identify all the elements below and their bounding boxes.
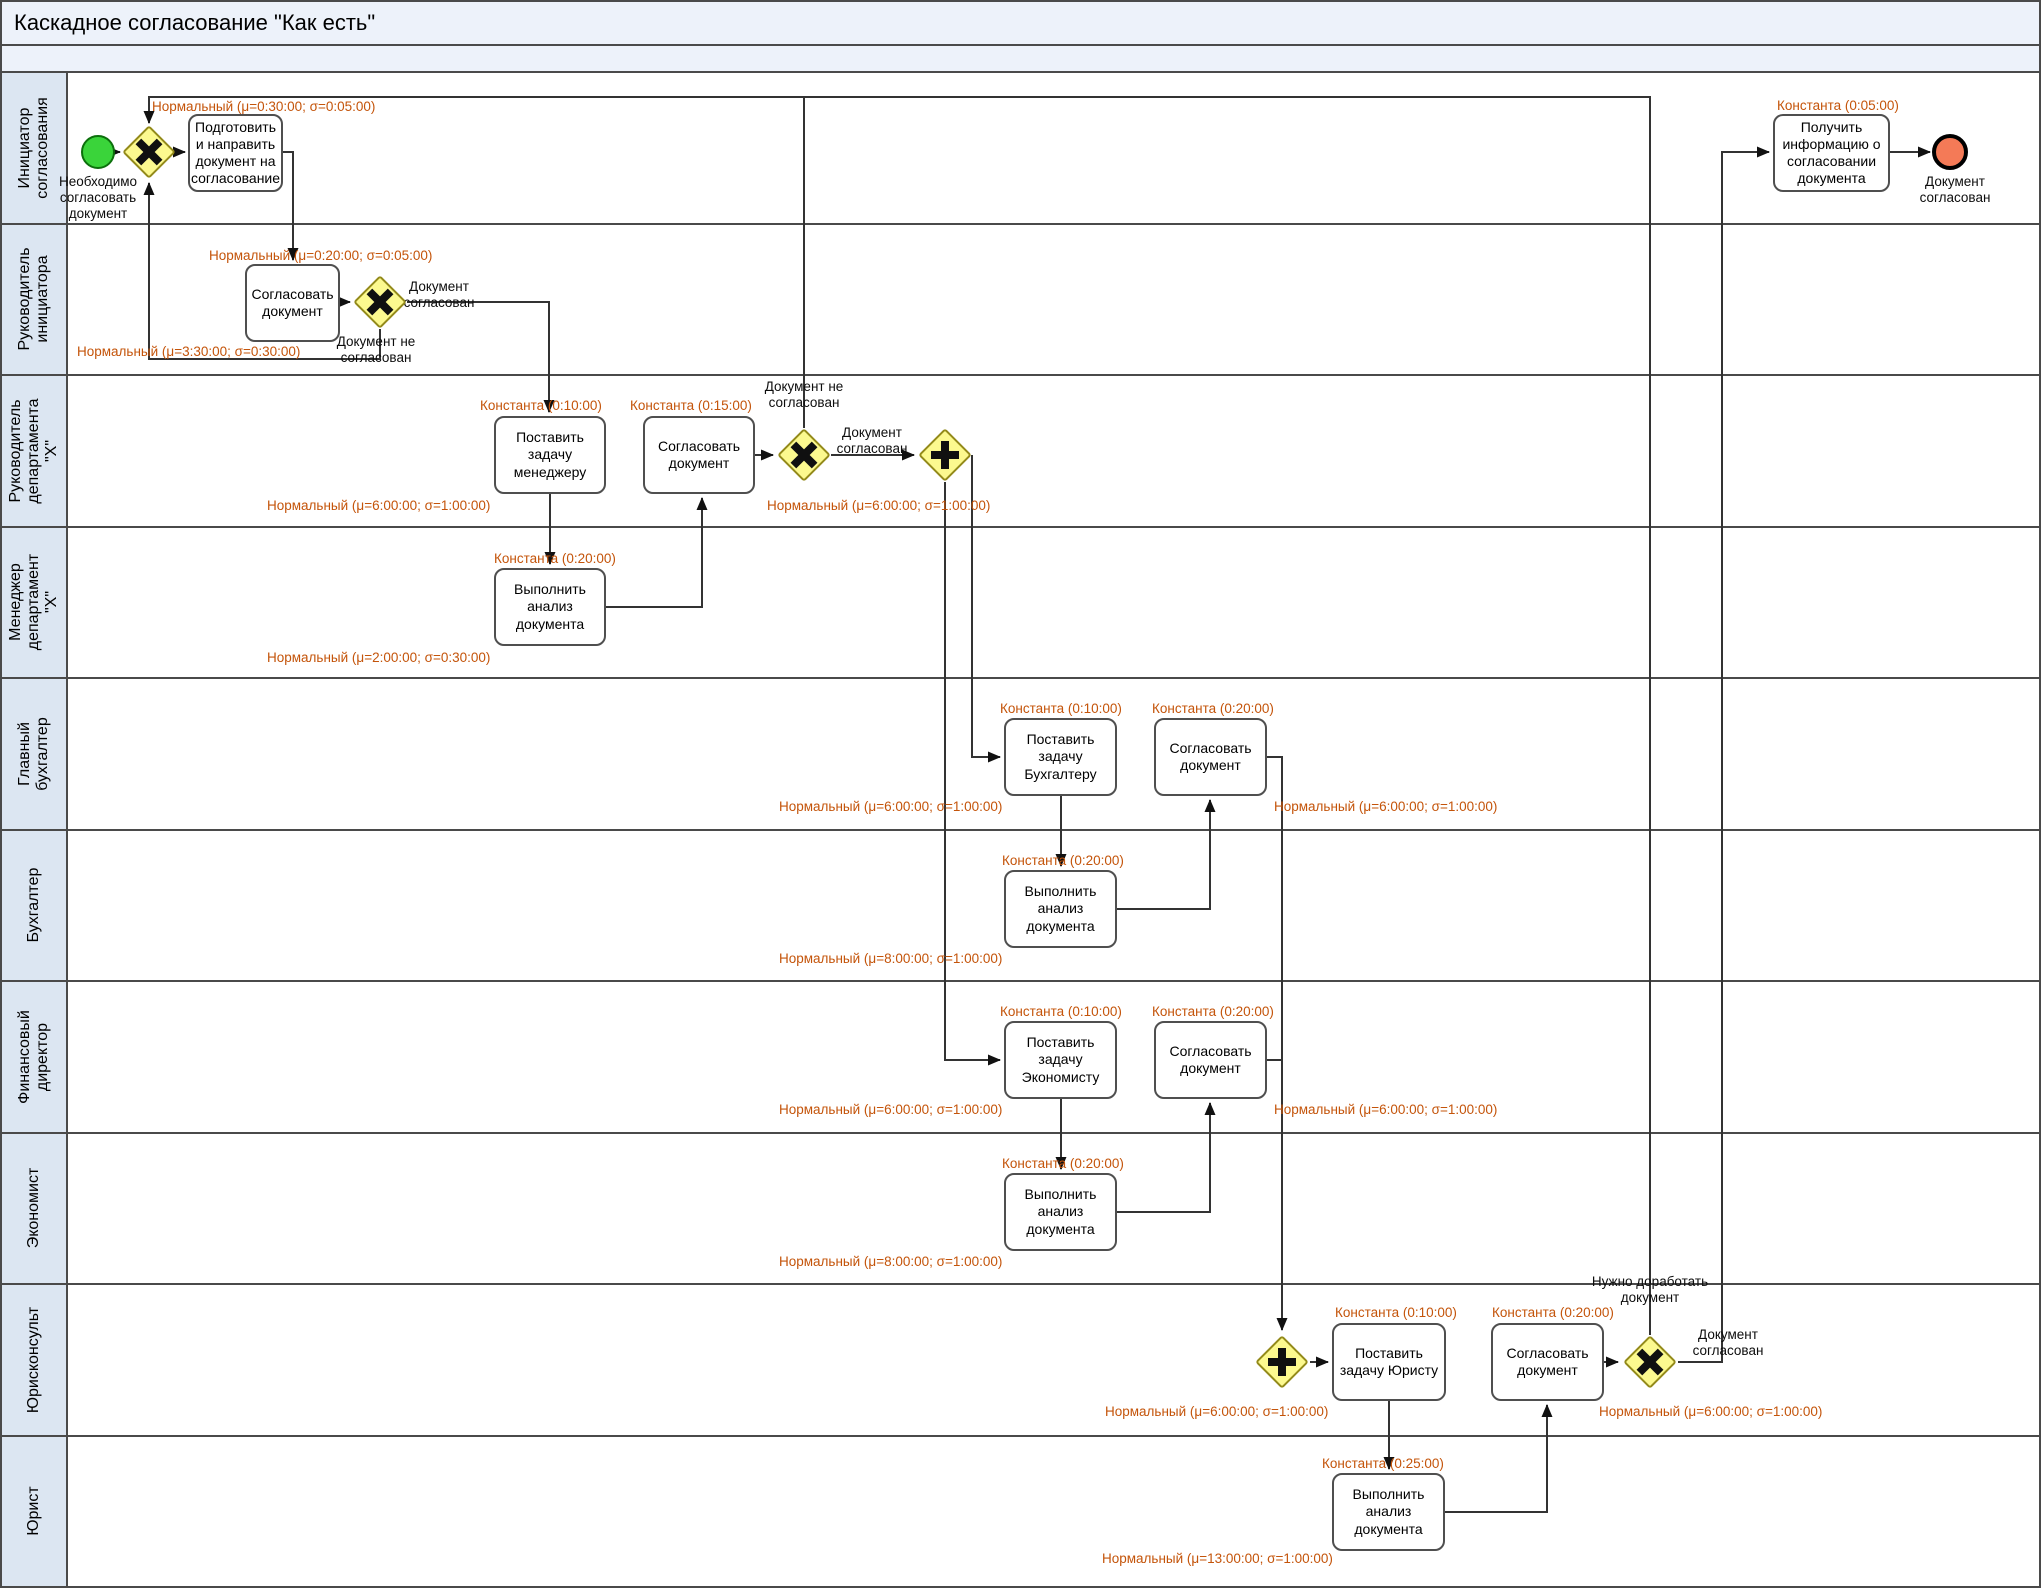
edge-time-label: Нормальный (μ=8:00:00; σ=1:00:00) bbox=[779, 1254, 1002, 1269]
plus-icon bbox=[1278, 1348, 1286, 1376]
flow-analyze2-to-approve3 bbox=[1117, 800, 1210, 909]
task-get-approval-info[interactable]: Получить информацию о согласовании докум… bbox=[1773, 114, 1890, 192]
edge-time-label: Константа (0:05:00) bbox=[1777, 98, 1899, 113]
diagram-stage: Нормальный (μ=0:30:00; σ=0:05:00) Констан… bbox=[2, 2, 2039, 1586]
gateway-parallel-split[interactable] bbox=[918, 428, 972, 482]
edge-time-label: Нормальный (μ=6:00:00; σ=1:00:00) bbox=[779, 1102, 1002, 1117]
task-approve-document-dept-head[interactable]: Согласовать документ bbox=[643, 416, 755, 494]
gateway-xor-dept-head[interactable] bbox=[777, 428, 831, 482]
flow-approve3-to-join bbox=[1267, 757, 1282, 1330]
flow-analyze3-to-approve4 bbox=[1117, 1103, 1210, 1212]
task-assign-task-to-accountant[interactable]: Поставить задачу Бухгалтеру bbox=[1004, 718, 1117, 796]
bpmn-diagram: Каскадное согласование "Как есть" Инициа… bbox=[0, 0, 2041, 1588]
task-analyze-document-lawyer[interactable]: Выполнить анализ документа bbox=[1332, 1473, 1445, 1551]
task-assign-task-to-lawyer[interactable]: Поставить задачу Юристу bbox=[1332, 1323, 1446, 1401]
edge-time-label: Нормальный (μ=0:20:00; σ=0:05:00) bbox=[209, 248, 432, 263]
label-doc-needs-rework: Нужно доработать документ bbox=[1592, 1274, 1708, 1306]
label-doc-approved-initiator-manager: Документ согласован bbox=[404, 279, 475, 311]
edge-time-label: Нормальный (μ=6:00:00; σ=1:00:00) bbox=[267, 498, 490, 513]
edge-time-label: Константа (0:10:00) bbox=[1000, 701, 1122, 716]
edge-time-label: Константа (0:10:00) bbox=[480, 398, 602, 413]
label-start-event: Необходимо согласовать документ bbox=[59, 174, 137, 222]
gateway-xor-initiator-manager[interactable] bbox=[353, 275, 407, 329]
edge-time-label: Нормальный (μ=3:30:00; σ=0:30:00) bbox=[77, 344, 300, 359]
task-approve-document-chief-accountant[interactable]: Согласовать документ bbox=[1154, 718, 1267, 796]
edge-time-label: Нормальный (μ=6:00:00; σ=1:00:00) bbox=[767, 498, 990, 513]
start-event[interactable] bbox=[81, 135, 115, 169]
task-analyze-document-economist[interactable]: Выполнить анализ документа bbox=[1004, 1173, 1117, 1251]
flow-analyze1-to-approve2 bbox=[606, 498, 702, 607]
edge-time-label: Нормальный (μ=8:00:00; σ=1:00:00) bbox=[779, 951, 1002, 966]
gateway-xor-legal-counsel[interactable] bbox=[1623, 1335, 1677, 1389]
edge-time-label: Константа (0:10:00) bbox=[1000, 1004, 1122, 1019]
task-approve-document-legal-counsel[interactable]: Согласовать документ bbox=[1491, 1323, 1604, 1401]
edge-time-label: Нормальный (μ=2:00:00; σ=0:30:00) bbox=[267, 650, 490, 665]
edge-time-label: Константа (0:20:00) bbox=[1002, 853, 1124, 868]
task-prepare-and-send-document[interactable]: Подготовить и направить документ на согл… bbox=[188, 114, 283, 192]
flow-xor2-approved-to-assign-manager bbox=[407, 302, 549, 412]
edge-time-label: Константа (0:20:00) bbox=[494, 551, 616, 566]
label-doc-not-approved-dept-head: Документ не согласован bbox=[765, 379, 844, 411]
edge-time-label: Нормальный (μ=13:00:00; σ=1:00:00) bbox=[1102, 1551, 1333, 1566]
edge-time-label: Константа (0:20:00) bbox=[1152, 701, 1274, 716]
task-assign-task-to-manager[interactable]: Поставить задачу менеджеру bbox=[494, 416, 606, 494]
plus-icon bbox=[941, 441, 949, 469]
task-assign-task-to-economist[interactable]: Поставить задачу Экономисту bbox=[1004, 1021, 1117, 1099]
flow-prepare-to-approve1 bbox=[283, 152, 293, 260]
gateway-xor-initiator[interactable] bbox=[122, 125, 176, 179]
task-analyze-document-accountant[interactable]: Выполнить анализ документа bbox=[1004, 870, 1117, 948]
edge-time-label: Константа (0:20:00) bbox=[1002, 1156, 1124, 1171]
edge-time-label: Константа (0:15:00) bbox=[630, 398, 752, 413]
gateway-parallel-join[interactable] bbox=[1255, 1335, 1309, 1389]
edge-time-label: Нормальный (μ=6:00:00; σ=1:00:00) bbox=[1105, 1404, 1328, 1419]
edge-time-label: Нормальный (μ=6:00:00; σ=1:00:00) bbox=[1274, 799, 1497, 814]
task-analyze-document-dept-manager[interactable]: Выполнить анализ документа bbox=[494, 568, 606, 646]
task-approve-document-initiator-manager[interactable]: Согласовать документ bbox=[245, 264, 340, 342]
label-end-event: Документ согласован bbox=[1920, 174, 1991, 206]
label-doc-not-approved-initiator-manager: Документ не согласован bbox=[337, 334, 416, 366]
edge-time-label: Константа (0:25:00) bbox=[1322, 1456, 1444, 1471]
task-approve-document-cfo[interactable]: Согласовать документ bbox=[1154, 1021, 1267, 1099]
end-event[interactable] bbox=[1932, 134, 1968, 170]
flow-analyze4-to-approve5 bbox=[1445, 1405, 1547, 1512]
edge-time-label: Константа (0:20:00) bbox=[1492, 1305, 1614, 1320]
edge-time-label: Нормальный (μ=6:00:00; σ=1:00:00) bbox=[1274, 1102, 1497, 1117]
flow-xor9-approved-to-get-info bbox=[1678, 152, 1769, 1362]
label-doc-approved-legal-counsel: Документ согласован bbox=[1693, 1327, 1764, 1359]
edge-time-label: Константа (0:20:00) bbox=[1152, 1004, 1274, 1019]
edge-time-label: Нормальный (μ=0:30:00; σ=0:05:00) bbox=[152, 99, 375, 114]
edge-time-label: Нормальный (μ=6:00:00; σ=1:00:00) bbox=[1599, 1404, 1822, 1419]
edge-time-label: Нормальный (μ=6:00:00; σ=1:00:00) bbox=[779, 799, 1002, 814]
edge-time-label: Константа (0:10:00) bbox=[1335, 1305, 1457, 1320]
label-doc-approved-dept-head: Документ согласован bbox=[837, 425, 908, 457]
